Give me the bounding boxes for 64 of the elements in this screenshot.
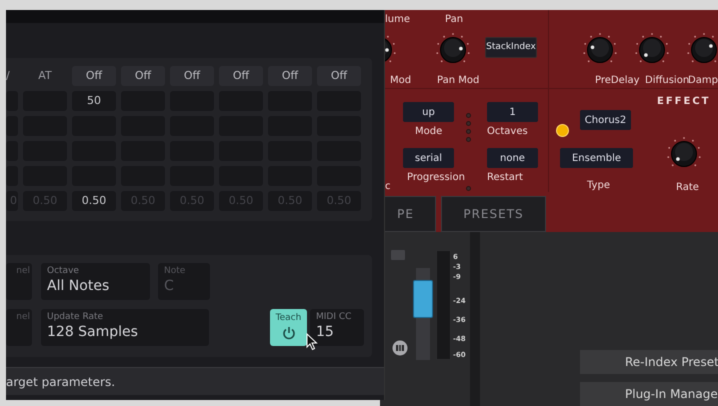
matrix-cell[interactable]: 0.50 [72, 191, 116, 211]
control-label: Damp [688, 74, 718, 88]
column-toggle[interactable]: Off [72, 66, 116, 86]
field-label: nel [16, 311, 30, 323]
matrix-cell[interactable] [6, 116, 18, 136]
column-toggle[interactable]: Off [268, 66, 312, 86]
control-label: Pan [445, 13, 464, 27]
control-label: Mod [390, 74, 412, 88]
control-label: EFFECT [657, 95, 710, 109]
indicator-light [466, 121, 471, 126]
column-toggle[interactable]: Off [317, 66, 361, 86]
tab[interactable]: PRESETS [441, 196, 546, 232]
field-label: Note [164, 265, 186, 277]
settings-field[interactable]: Octave All Notes [41, 263, 150, 300]
indicator-light [466, 186, 471, 191]
indicator-light [466, 137, 471, 142]
indicator-light [466, 113, 471, 118]
control-label: Type [587, 179, 610, 193]
control-label: Progression [407, 171, 465, 185]
arp-selector[interactable]: none [487, 148, 538, 168]
control-label: Pan Mod [437, 74, 480, 88]
control-label: Octaves [487, 125, 528, 139]
arp-selector[interactable]: up [403, 102, 454, 122]
field-value: C [164, 277, 175, 295]
control-label: lume [385, 13, 410, 27]
settings-field[interactable]: MIDI CC 15 [310, 309, 364, 346]
column-toggle[interactable]: Off [121, 66, 165, 86]
power-icon [282, 326, 296, 340]
cursor-icon [306, 333, 318, 351]
tab[interactable]: PE [385, 196, 436, 232]
arp-selector[interactable]: 1 [487, 102, 538, 122]
control-label: c [385, 180, 390, 194]
field-value: 128 Samples [47, 323, 139, 341]
column-header: AT [37, 68, 53, 84]
matrix-cell[interactable] [6, 141, 18, 161]
control-label: Restart [487, 171, 523, 185]
column-toggle[interactable]: Off [219, 66, 263, 86]
field-label: Update Rate [47, 311, 104, 323]
stack-index-button[interactable]: StackIndex [485, 37, 537, 58]
field-value: All Notes [47, 277, 110, 295]
effect-led[interactable] [556, 124, 569, 137]
field-label: nel [16, 265, 30, 277]
matrix-cell[interactable]: 50 [72, 91, 116, 111]
effect-preset-selector[interactable]: Chorus2 [580, 110, 631, 130]
field-value: 15 [316, 323, 335, 341]
matrix-cell[interactable] [6, 91, 18, 111]
effect-type-selector[interactable]: Ensemble [560, 148, 633, 168]
settings-field[interactable]: Update Rate 128 Samples [41, 309, 209, 346]
fader[interactable] [416, 268, 430, 360]
matrix-cell[interactable] [6, 166, 18, 186]
arp-selector[interactable]: serial [403, 148, 454, 168]
teach-button[interactable]: Teach [270, 309, 307, 346]
indicator-light [466, 129, 471, 134]
field-label: MIDI CC [316, 311, 352, 323]
column-toggle[interactable]: Off [170, 66, 214, 86]
control-label: Mode [415, 125, 442, 139]
control-label: Diffusion [645, 74, 690, 88]
status-text: arget parameters. [6, 374, 116, 390]
control-label: Rate [676, 181, 699, 195]
piano-icon[interactable] [392, 340, 408, 356]
column-header: / [6, 68, 11, 84]
field-label: Octave [47, 265, 80, 277]
panel-button[interactable]: Plug-In Manage [580, 382, 718, 406]
control-label: PreDelay [595, 74, 640, 88]
